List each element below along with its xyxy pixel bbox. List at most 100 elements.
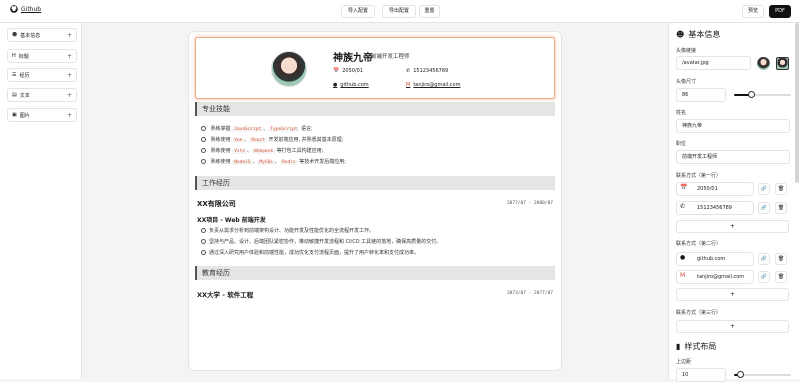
- sidebar-item-text[interactable]: ▤ 文本 +: [7, 88, 77, 102]
- avatar-size-label: 头像尺寸: [676, 79, 697, 85]
- email-contact-input[interactable]: tanjiro@gmail.com: [676, 270, 754, 284]
- phone-contact-input[interactable]: 15123456789: [676, 201, 754, 215]
- avatar-thumbnail-round[interactable]: [757, 57, 770, 70]
- import-config-button[interactable]: 导入配置: [341, 5, 375, 18]
- name-label: 姓名: [676, 110, 687, 116]
- trash-icon[interactable]: 🗑: [775, 271, 787, 283]
- image-icon: ▣: [12, 112, 17, 118]
- slider-knob[interactable]: [748, 91, 756, 98]
- sidebar-item-label: 图片: [19, 112, 30, 119]
- plus-icon: +: [66, 52, 72, 60]
- birth-info: 📅 2050/01: [333, 68, 363, 74]
- job-label: 职位: [676, 141, 687, 147]
- trash-icon[interactable]: 🗑: [775, 183, 787, 195]
- job-input[interactable]: 前端开发工程师: [676, 150, 790, 164]
- birth-value: 2050/01: [342, 68, 364, 74]
- add-contact-row2-button[interactable]: +: [676, 288, 789, 301]
- margin-top-slider[interactable]: [734, 371, 791, 378]
- margin-top-label: 上边距: [676, 359, 692, 365]
- skills-heading: 专业技能: [195, 102, 555, 116]
- email-info[interactable]: M tanjiro@gmail.com: [406, 82, 460, 88]
- sidebar-item-experience[interactable]: ☰ 经历 +: [7, 68, 77, 82]
- github-contact-input[interactable]: github.com: [676, 252, 754, 266]
- top-bar: Github 导入配置 导出配置 重置 预览 PDF: [0, 0, 800, 23]
- right-panel-scrollbar[interactable]: [795, 23, 799, 183]
- plus-icon: +: [66, 31, 72, 39]
- trash-icon[interactable]: 🗑: [775, 202, 787, 214]
- margin-top-input[interactable]: 10: [676, 368, 726, 382]
- school-name: XX大学 - 软件工程: [197, 291, 254, 299]
- skill-item: 熟练掌握 JavaScript、 TypeScript 语言;: [201, 125, 313, 132]
- style-heading: ▮ 样式布局: [676, 341, 716, 352]
- avatar-thumbnail-square[interactable]: [776, 57, 789, 70]
- preview-button[interactable]: 预览: [742, 5, 764, 18]
- github-link[interactable]: Github: [10, 5, 41, 13]
- skill-item: 熟练使用 NodeJS、 MySQL、 Redis 等技术开发后端应用;: [201, 158, 346, 165]
- plus-icon: +: [66, 111, 72, 119]
- work-item: 坚持与产品、设计、后端团队紧密协作，推动敏捷开发流程和 CI/CD 工具链的落地…: [201, 238, 441, 245]
- resume-job-title: 前端开发工程师: [371, 54, 410, 60]
- text-icon: ▤: [12, 92, 17, 98]
- pdf-button[interactable]: PDF: [769, 5, 791, 18]
- resume-header[interactable]: 神族九帝 前端开发工程师 📅 2050/01 ✆ 15123456789 ● g…: [195, 37, 555, 99]
- brand-label: Github: [21, 5, 42, 13]
- skill-item: 熟练使用 Vite、 Webpack 等打包工具构建应用;: [201, 147, 323, 154]
- gmail-icon[interactable]: M: [680, 272, 685, 279]
- add-contact-row1-button[interactable]: +: [676, 220, 789, 233]
- github-icon: ●: [333, 82, 338, 88]
- trash-icon[interactable]: 🗑: [775, 253, 787, 265]
- sidebar-item-image[interactable]: ▣ 图片 +: [7, 108, 77, 122]
- resume-name: 神族九帝: [333, 53, 373, 64]
- contact-row2-label: 联系方式（第二行）: [676, 241, 722, 247]
- work-item: 负责从需求分析到前端架构设计、功能开发及性能优化的全流程开发工作。: [201, 227, 374, 234]
- name-input[interactable]: 神族九帝: [676, 119, 790, 133]
- github-info[interactable]: ● github.com: [333, 82, 369, 88]
- calendar-icon: 📅: [333, 68, 340, 74]
- email-value: tanjiro@gmail.com: [413, 82, 461, 88]
- company-date: 2077/07 - 2080/07: [506, 201, 553, 206]
- link-icon[interactable]: 🔗: [758, 271, 770, 283]
- phone-icon[interactable]: ✆: [680, 203, 685, 210]
- export-config-button[interactable]: 导出配置: [382, 5, 416, 18]
- avatar-url-input[interactable]: /avatar.jpg: [676, 56, 751, 70]
- avatar: [271, 51, 307, 87]
- birth-contact-input[interactable]: 2050/01: [676, 182, 754, 196]
- company-name: XX有限公司: [197, 200, 236, 208]
- basic-info-heading-label: 基本信息: [688, 30, 721, 39]
- plus-icon: +: [66, 71, 72, 79]
- phone-value: 15123456789: [413, 68, 449, 74]
- github-icon[interactable]: ●: [680, 254, 685, 261]
- link-icon[interactable]: 🔗: [758, 202, 770, 214]
- calendar-icon[interactable]: 📅: [680, 184, 687, 191]
- slider-knob[interactable]: [736, 371, 744, 378]
- gmail-icon: M: [406, 82, 411, 88]
- add-contact-row3-button[interactable]: +: [676, 320, 789, 333]
- link-icon[interactable]: 🔗: [758, 253, 770, 265]
- sidebar-item-heading[interactable]: H 标题 +: [7, 49, 77, 63]
- school-date: 2073/07 - 2077/07: [506, 291, 553, 296]
- github-value: github.com: [340, 82, 369, 88]
- reset-button[interactable]: 重置: [419, 5, 440, 18]
- project-title: XX项目 - Web 前端开发: [197, 217, 266, 224]
- link-icon[interactable]: 🔗: [758, 183, 770, 195]
- left-sidebar: ☻ 基本信息 + H 标题 + ☰ 经历 + ▤ 文本 + ▣ 图片 +: [0, 23, 82, 379]
- education-heading: 教育经历: [195, 266, 555, 280]
- avatar-url-label: 头像链接: [676, 48, 697, 54]
- sidebar-item-basic-info[interactable]: ☻ 基本信息 +: [7, 28, 77, 42]
- avatar-size-slider[interactable]: [734, 91, 791, 98]
- avatar-size-input[interactable]: 86: [676, 88, 726, 102]
- user-icon: ☻: [12, 32, 18, 38]
- phone-icon: ✆: [406, 68, 411, 74]
- sidebar-item-label: 标题: [18, 53, 29, 60]
- sidebar-item-label: 文本: [19, 92, 30, 99]
- github-icon: [10, 5, 18, 13]
- sidebar-item-label: 经历: [19, 72, 30, 79]
- resume-preview: 神族九帝 前端开发工程师 📅 2050/01 ✆ 15123456789 ● g…: [188, 31, 562, 371]
- contact-row1-label: 联系方式（第一行）: [676, 173, 722, 179]
- work-heading: 工作经历: [195, 176, 555, 190]
- contact-row3-label: 联系方式（第三行）: [676, 310, 722, 316]
- heading-icon: H: [12, 53, 16, 59]
- phone-info: ✆ 15123456789: [406, 68, 448, 74]
- sidebar-item-label: 基本信息: [20, 32, 41, 39]
- layout-icon: ▮: [676, 342, 681, 351]
